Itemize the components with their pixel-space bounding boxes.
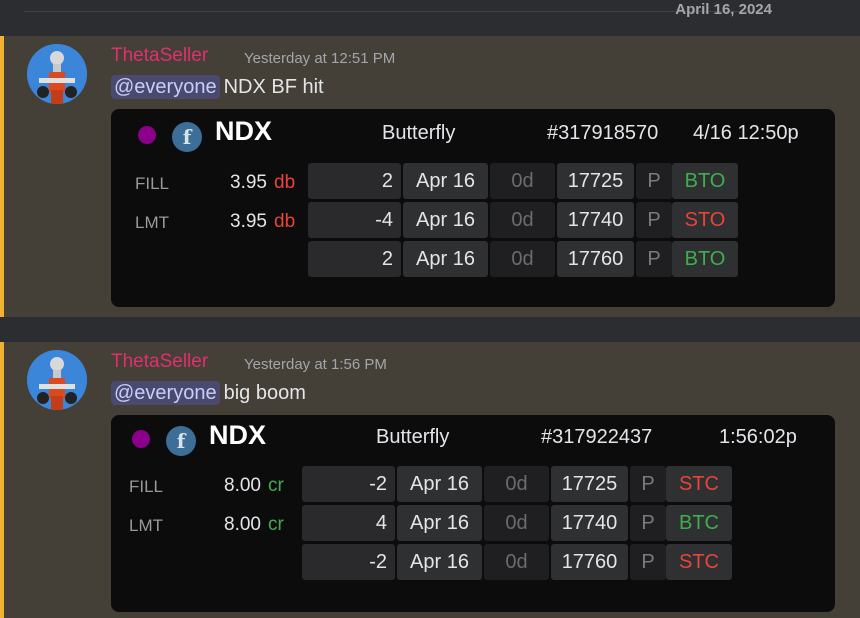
leg-qty: -2 bbox=[302, 466, 395, 502]
f-badge-icon: f bbox=[172, 122, 202, 152]
message-content: @everyone big boom bbox=[111, 381, 306, 405]
leg-action: STC bbox=[666, 466, 732, 502]
status-dot-icon bbox=[132, 430, 150, 448]
leg-date: Apr 16 bbox=[397, 505, 482, 541]
leg-dte: 0d bbox=[490, 202, 555, 238]
leg-dte: 0d bbox=[484, 544, 549, 580]
limit-label: LMT bbox=[135, 213, 169, 232]
leg-date: Apr 16 bbox=[397, 544, 482, 580]
trade-card: f NDX Butterfly #317918570 4/16 12:50p F… bbox=[111, 109, 835, 307]
leg-date: Apr 16 bbox=[403, 202, 488, 238]
limit-label: LMT bbox=[129, 516, 163, 535]
mention-everyone[interactable]: @everyone bbox=[111, 381, 220, 405]
timestamp[interactable]: Yesterday at 1:56 PM bbox=[244, 356, 387, 373]
fill-label: FILL bbox=[129, 477, 164, 496]
f-badge-icon: f bbox=[166, 426, 196, 456]
leg-dte: 0d bbox=[490, 241, 555, 277]
symbol: NDX bbox=[215, 116, 273, 146]
leg-dte: 0d bbox=[490, 163, 555, 199]
order-id: #317922437 bbox=[541, 426, 653, 448]
leg-put-call: P bbox=[630, 505, 666, 541]
leg-action: BTC bbox=[666, 505, 732, 541]
limit-price: 8.00 bbox=[224, 514, 261, 535]
mention-highlight-bar bbox=[0, 36, 4, 317]
divider-line bbox=[24, 11, 770, 12]
order-id: #317918570 bbox=[547, 122, 659, 144]
leg-strike: 17740 bbox=[551, 505, 628, 541]
author-name[interactable]: ThetaSeller bbox=[111, 351, 208, 373]
leg-qty: 4 bbox=[302, 505, 395, 541]
avatar[interactable] bbox=[27, 350, 87, 410]
message-separator bbox=[0, 317, 860, 342]
leg-dte: 0d bbox=[484, 466, 549, 502]
leg-action: BTO bbox=[672, 241, 738, 277]
message-1[interactable]: ThetaSeller Yesterday at 12:51 PM @every… bbox=[0, 36, 860, 317]
message-text: big boom bbox=[223, 382, 306, 404]
date-divider-bar: April 16, 2024 bbox=[0, 0, 860, 36]
message-content: @everyone NDX BF hit bbox=[111, 75, 324, 99]
leg-put-call: P bbox=[630, 544, 666, 580]
date-divider-label: April 16, 2024 bbox=[675, 1, 772, 18]
message-text: NDX BF hit bbox=[223, 76, 324, 98]
avatar-icon bbox=[27, 44, 87, 104]
leg-strike: 17725 bbox=[557, 163, 634, 199]
leg-date: Apr 16 bbox=[403, 163, 488, 199]
strategy: Butterfly bbox=[382, 122, 456, 144]
avatar-icon bbox=[27, 350, 87, 410]
leg-put-call: P bbox=[636, 202, 672, 238]
leg-qty: 2 bbox=[308, 241, 401, 277]
leg-dte: 0d bbox=[484, 505, 549, 541]
leg-date: Apr 16 bbox=[403, 241, 488, 277]
fill-label: FILL bbox=[135, 174, 170, 193]
leg-date: Apr 16 bbox=[397, 466, 482, 502]
symbol: NDX bbox=[209, 420, 267, 450]
author-name[interactable]: ThetaSeller bbox=[111, 45, 208, 67]
leg-qty: -4 bbox=[308, 202, 401, 238]
leg-strike: 17725 bbox=[551, 466, 628, 502]
leg-put-call: P bbox=[636, 163, 672, 199]
message-2[interactable]: ThetaSeller Yesterday at 1:56 PM @everyo… bbox=[0, 342, 860, 618]
limit-unit: cr bbox=[268, 514, 284, 535]
fill-unit: cr bbox=[268, 475, 284, 496]
leg-action: BTO bbox=[672, 163, 738, 199]
leg-strike: 17740 bbox=[557, 202, 634, 238]
mention-everyone[interactable]: @everyone bbox=[111, 75, 220, 99]
leg-put-call: P bbox=[630, 466, 666, 502]
leg-action: STC bbox=[666, 544, 732, 580]
leg-strike: 17760 bbox=[551, 544, 628, 580]
limit-price: 3.95 bbox=[230, 211, 267, 232]
leg-put-call: P bbox=[636, 241, 672, 277]
leg-strike: 17760 bbox=[557, 241, 634, 277]
timestamp[interactable]: Yesterday at 12:51 PM bbox=[244, 50, 395, 67]
order-time: 4/16 12:50p bbox=[693, 122, 799, 144]
mention-highlight-bar bbox=[0, 342, 4, 618]
leg-qty: -2 bbox=[302, 544, 395, 580]
order-time: 1:56:02p bbox=[719, 426, 797, 448]
leg-qty: 2 bbox=[308, 163, 401, 199]
avatar[interactable] bbox=[27, 44, 87, 104]
status-dot-icon bbox=[138, 126, 156, 144]
fill-price: 8.00 bbox=[224, 475, 261, 496]
trade-card: f NDX Butterfly #317922437 1:56:02p FILL… bbox=[111, 415, 835, 612]
fill-price: 3.95 bbox=[230, 172, 267, 193]
limit-unit: db bbox=[274, 211, 296, 232]
leg-action: STO bbox=[672, 202, 738, 238]
fill-unit: db bbox=[274, 172, 296, 193]
strategy: Butterfly bbox=[376, 426, 450, 448]
